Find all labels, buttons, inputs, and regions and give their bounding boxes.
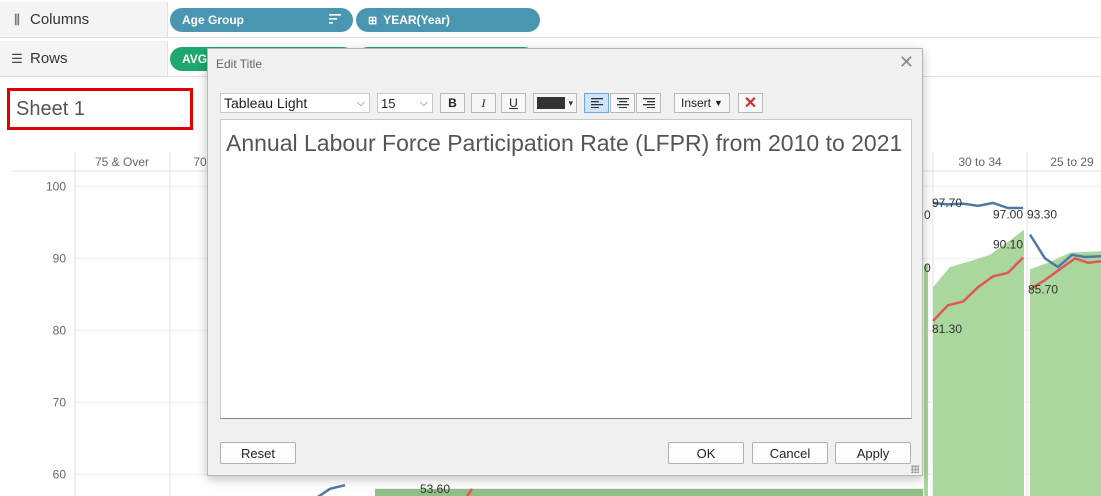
font-size-select[interactable]: 15 ⌵	[377, 93, 433, 113]
area-band	[375, 488, 923, 496]
columns-icon: ⫼	[14, 11, 20, 27]
underline-label: U	[509, 96, 518, 110]
clear-x-icon: ✕	[743, 95, 758, 112]
align-left-button[interactable]	[584, 93, 609, 113]
align-right-button[interactable]	[636, 93, 661, 113]
align-right-icon	[642, 98, 655, 108]
caret-down-icon: ▾	[568, 98, 573, 108]
data-label: 93.30	[1027, 207, 1057, 221]
font-family-value: Tableau Light	[224, 95, 308, 111]
caret-down-icon: ▼	[714, 98, 723, 108]
resize-grip-icon[interactable]	[911, 465, 919, 473]
underline-button[interactable]: U	[501, 93, 526, 113]
columns-shelf-label: ⫼ Columns	[0, 2, 168, 38]
avg-pill-label: AVG	[182, 52, 208, 66]
data-label: 0	[924, 208, 931, 222]
series-line	[317, 483, 346, 496]
bold-label: B	[448, 96, 457, 110]
italic-label: I	[481, 95, 486, 110]
rows-label: Rows	[30, 50, 68, 67]
sheet-title[interactable]: Sheet 1	[7, 88, 193, 130]
rows-icon: ☰	[11, 50, 23, 66]
close-icon[interactable]: ✕	[899, 52, 914, 73]
italic-button[interactable]: I	[471, 93, 496, 113]
reset-label: Reset	[241, 445, 275, 461]
dialog-title: Edit Title	[216, 57, 263, 71]
align-center-icon	[616, 98, 629, 108]
age-group-pill[interactable]: Age Group	[170, 8, 353, 32]
sheet-title-text: Sheet 1	[16, 97, 85, 120]
bold-button[interactable]: B	[440, 93, 465, 113]
y-axis-tick-label: 70	[53, 395, 67, 409]
reset-button[interactable]: Reset	[220, 442, 296, 464]
rows-shelf-label: ☰ Rows	[0, 41, 168, 77]
title-text-editor[interactable]: Annual Labour Force Participation Rate (…	[220, 119, 912, 419]
column-header-label: 75 & Over	[95, 155, 149, 169]
sort-icon	[329, 13, 341, 28]
y-axis-tick-label: 60	[53, 467, 67, 481]
cancel-button[interactable]: Cancel	[752, 442, 828, 464]
clear-button[interactable]: ✕	[738, 93, 763, 113]
chevron-down-icon: ⌵	[419, 97, 428, 109]
year-pill-label: YEAR(Year)	[383, 13, 450, 27]
age-group-pill-label: Age Group	[182, 13, 244, 27]
column-header-label: 30 to 34	[958, 155, 1002, 169]
format-toolbar: Tableau Light ⌵ 15 ⌵ B I U ▾ Insert ▼ ✕	[220, 91, 910, 115]
columns-shelf-area[interactable]: Age Group ⊞ YEAR(Year)	[168, 2, 1101, 38]
text-color-button[interactable]: ▾	[533, 93, 577, 113]
apply-button[interactable]: Apply	[835, 442, 911, 464]
data-label: 97.00	[993, 207, 1023, 221]
cancel-label: Cancel	[769, 445, 811, 461]
align-center-button[interactable]	[610, 93, 635, 113]
y-axis-tick-label: 100	[46, 179, 66, 193]
columns-shelf: ⫼ Columns Age Group ⊞ YEAR(Year)	[0, 2, 1101, 38]
title-text: Annual Labour Force Participation Rate (…	[226, 130, 903, 156]
font-size-value: 15	[381, 95, 396, 111]
align-left-icon	[590, 98, 603, 108]
column-header-label: 25 to 29	[1050, 155, 1094, 169]
insert-label: Insert	[681, 96, 712, 110]
font-family-select[interactable]: Tableau Light ⌵	[220, 93, 370, 113]
color-swatch	[537, 97, 565, 109]
data-label: 53.60	[420, 482, 450, 496]
chevron-down-icon: ⌵	[356, 97, 365, 109]
data-label: 0	[924, 261, 931, 275]
data-label: 90.10	[993, 238, 1023, 252]
area-band	[924, 264, 928, 496]
column-header-label: 70	[193, 155, 207, 169]
y-axis-tick-label: 80	[53, 323, 67, 337]
ok-button[interactable]: OK	[668, 442, 744, 464]
data-label: 97.70	[932, 196, 962, 210]
y-axis-tick-label: 90	[53, 251, 67, 265]
expand-plus-icon: ⊞	[368, 14, 378, 27]
apply-label: Apply	[856, 445, 890, 461]
data-label: 85.70	[1028, 282, 1058, 296]
year-pill[interactable]: ⊞ YEAR(Year)	[356, 8, 540, 32]
columns-label: Columns	[30, 11, 90, 28]
ok-label: OK	[696, 445, 716, 461]
data-label: 81.30	[932, 322, 962, 336]
edit-title-dialog: Edit Title ✕ Tableau Light ⌵ 15 ⌵ B I U …	[207, 48, 923, 476]
insert-button[interactable]: Insert ▼	[674, 93, 730, 113]
